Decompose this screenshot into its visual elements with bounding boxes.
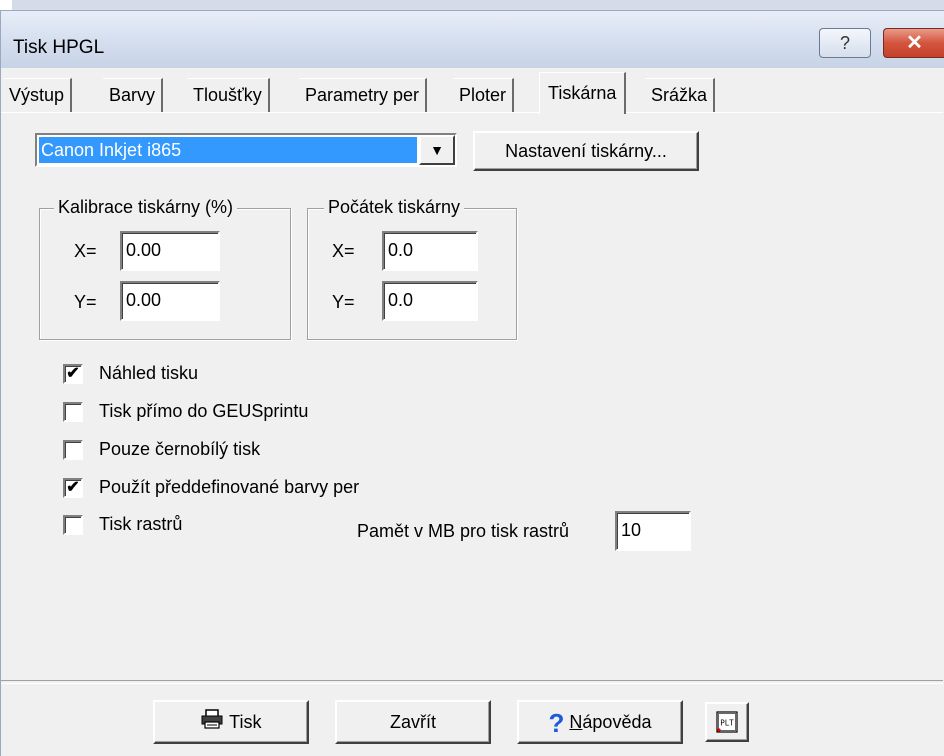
- checkbox-box[interactable]: [63, 440, 83, 460]
- checkbox-box[interactable]: ✔: [63, 478, 83, 498]
- tab-barvy[interactable]: Barvy: [103, 78, 164, 112]
- help-label-rest: ápověda: [582, 712, 652, 732]
- tab-label: Tiskárna: [548, 83, 617, 103]
- title-bar: Tisk HPGL ? ✕: [0, 10, 944, 68]
- window-title: Tisk HPGL: [13, 37, 105, 58]
- help-question-icon: ?: [548, 708, 565, 739]
- plt-icon-text: PLT: [720, 719, 734, 728]
- raster-memory-field[interactable]: 10: [615, 511, 691, 551]
- dialog-window: Tisk HPGL ? ✕ Výstup Barvy Tloušťky Para…: [0, 0, 944, 756]
- bottom-separator: [1, 680, 943, 684]
- checkbox-box[interactable]: ✔: [63, 364, 83, 384]
- tab-ploter[interactable]: Ploter: [453, 78, 515, 112]
- printer-select[interactable]: Canon Inkjet i865 ▼: [35, 133, 457, 167]
- calibration-y-field[interactable]: 0.00: [120, 281, 220, 321]
- tab-panel-tiskarna: Canon Inkjet i865 ▼ Nastavení tiskárny..…: [1, 112, 943, 682]
- help-button-label: Nápověda: [569, 712, 651, 732]
- predefined-pen-colors-label: Použít předdefinované barvy per: [99, 477, 360, 497]
- tab-label: Barvy: [109, 85, 156, 105]
- question-icon: ?: [839, 33, 850, 53]
- tab-tloustky[interactable]: Tloušťky: [187, 78, 270, 112]
- printer-settings-label: Nastavení tiskárny...: [505, 141, 667, 161]
- help-button[interactable]: ? Nápověda: [517, 700, 683, 744]
- calibration-x-label: X=: [74, 241, 97, 261]
- print-button[interactable]: Tisk: [153, 700, 309, 744]
- tab-vystup[interactable]: Výstup: [3, 78, 73, 112]
- dialog-client-area: Výstup Barvy Tloušťky Parametry per Plot…: [0, 68, 944, 756]
- calibration-group-title: Kalibrace tiskárny (%): [54, 197, 238, 218]
- print-to-geusprint-label: Tisk přímo do GEUSprintu: [99, 401, 309, 421]
- calibration-x-field[interactable]: 0.00: [120, 231, 220, 271]
- origin-x-label: X=: [332, 241, 355, 261]
- tab-strip: Výstup Barvy Tloušťky Parametry per Plot…: [3, 72, 943, 114]
- calibration-y-label: Y=: [74, 292, 97, 312]
- plt-file-icon: PLT: [715, 710, 739, 739]
- plt-button[interactable]: PLT: [705, 702, 749, 742]
- close-button[interactable]: Zavřít: [335, 700, 491, 744]
- preview-label: Náhled tisku: [99, 363, 199, 383]
- print-button-label: Tisk: [229, 712, 262, 732]
- raster-print-label: Tisk rastrů: [99, 514, 183, 534]
- tab-srazka[interactable]: Srážka: [645, 78, 716, 112]
- raster-memory-label: Pamět v MB pro tisk rastrů: [357, 521, 570, 541]
- calibration-group: Kalibrace tiskárny (%) X= 0.00 Y= 0.00: [39, 197, 291, 340]
- printer-settings-button[interactable]: Nastavení tiskárny...: [473, 131, 699, 171]
- tab-parametry-per[interactable]: Parametry per: [299, 78, 428, 112]
- tab-label: Parametry per: [305, 85, 420, 105]
- checkbox-box[interactable]: [63, 515, 83, 535]
- close-icon: ✕: [906, 32, 923, 54]
- origin-group-title: Počátek tiskárny: [324, 197, 465, 218]
- tab-label: Tloušťky: [193, 85, 262, 105]
- checkbox-box[interactable]: [63, 402, 83, 422]
- help-accelerator: N: [569, 712, 583, 732]
- close-title-button[interactable]: ✕: [883, 28, 944, 58]
- origin-x-field[interactable]: 0.0: [382, 231, 478, 271]
- chevron-down-icon[interactable]: ▼: [419, 135, 455, 165]
- bw-print-label: Pouze černobílý tisk: [99, 439, 261, 459]
- tab-tiskarna[interactable]: Tiskárna: [539, 72, 627, 114]
- close-button-label: Zavřít: [389, 712, 436, 732]
- origin-y-field[interactable]: 0.0: [382, 281, 478, 321]
- printer-origin-group: Počátek tiskárny X= 0.0 Y= 0.0: [307, 197, 517, 340]
- help-title-button[interactable]: ?: [819, 28, 871, 58]
- tab-label: Výstup: [9, 85, 65, 105]
- origin-y-label: Y=: [332, 292, 355, 312]
- tab-label: Srážka: [651, 85, 708, 105]
- printer-icon: [200, 703, 224, 743]
- printer-select-value: Canon Inkjet i865: [39, 137, 417, 163]
- tab-label: Ploter: [459, 85, 507, 105]
